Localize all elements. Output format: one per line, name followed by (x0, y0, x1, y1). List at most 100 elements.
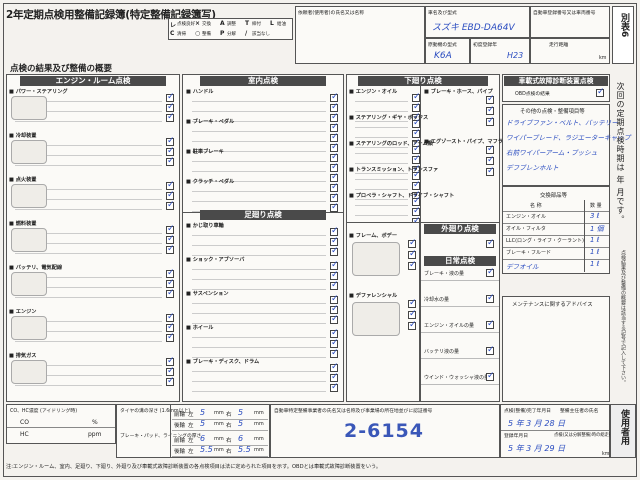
footwork-item-subline (192, 337, 326, 338)
hc-unit: ppm (88, 431, 102, 438)
interior-item-subline (192, 171, 326, 172)
engine-item-check (166, 146, 175, 156)
underbody-item-label: ■ プロペラ・シャフト、ドライブ・シャフト (349, 193, 455, 199)
parts-divider (584, 200, 585, 272)
business-label: 自動車特定整備事業者の氏名又は名称及び事業場の所在地並びに認証番号 (274, 409, 433, 414)
daily-header: 日常点検 (424, 256, 496, 266)
interior-item-check (330, 182, 339, 192)
daily-item-line (421, 358, 499, 359)
underbody-lower-check (408, 238, 417, 248)
tire-left-label: 左 (188, 438, 194, 444)
tire-unit: mm (214, 410, 224, 416)
underbody-lower-check (408, 298, 417, 308)
interior-item-check (330, 92, 339, 102)
underbody-lower-illustration (352, 242, 400, 276)
legend-text: 給油 (277, 22, 286, 27)
interior-item-check (330, 142, 339, 152)
tire-right-label: 右 (226, 438, 232, 444)
engine-item-illustration (11, 272, 47, 296)
tire-row-line (172, 456, 268, 457)
parts-qty: 1 ℓ (590, 248, 600, 256)
underbody-item-check (412, 196, 421, 206)
engine-item-check (166, 244, 175, 254)
engine-item-subline (15, 297, 162, 298)
car-model-cell: 車名及び型式 スズキ EBD-DA64V (425, 6, 530, 38)
engine-item-illustration (11, 316, 47, 340)
legend-symbol: レ (170, 22, 177, 29)
tire-right-label: 右 (226, 449, 232, 455)
footwork-item-check (330, 328, 339, 338)
appendix-label: 別表6 (619, 13, 629, 38)
tire-left-value: 6 (200, 434, 206, 443)
footwork-item-label: ■ ショック・アブソーバ (186, 257, 245, 263)
engine-item-label: ■ 排気ガス (9, 353, 37, 359)
engine-item-subline (15, 121, 162, 122)
tire-left-label: 左 (188, 449, 194, 455)
engine-item-label: ■ パワー・ステアリング (9, 89, 68, 95)
footwork-item-subline (192, 235, 326, 236)
other-item-text: ワイパーブレード、ラジエーターキャップ (506, 134, 631, 142)
engine-value: K6A (434, 51, 452, 61)
underbody-item-subline (355, 179, 408, 180)
legend-text: 分解 (227, 32, 236, 37)
car-model-label: 車名及び型式 (428, 11, 457, 16)
daily-item-check (486, 267, 495, 277)
engine-item-label: ■ 燃料装置 (9, 221, 37, 227)
underbody-box (346, 74, 500, 224)
interior-item-label: ■ ブレーキ・ペダル (186, 119, 235, 125)
engine-item-check (166, 376, 175, 386)
car-model-value: スズキ EBD-DA64V (432, 23, 515, 33)
odo-unit: km (602, 452, 610, 457)
tire-unit: mm (214, 447, 224, 453)
interior-item-check (330, 162, 339, 172)
underbody-item-check (412, 92, 421, 102)
tire-right-label: 右 (226, 423, 232, 429)
engine-item-illustration (11, 96, 47, 120)
odometer-cell: 走行距離 km (530, 38, 610, 64)
interior-item-check (330, 112, 339, 122)
engine-item-check (166, 112, 175, 122)
completion-label: 点検(整備)完了年月日 (504, 409, 551, 414)
footwork-item-subline (192, 245, 326, 246)
completion-date: 5 年 3 月 28 日 (508, 419, 566, 428)
footwork-item-subline (192, 381, 326, 382)
parts-col-name: 名 称 (530, 203, 542, 209)
engine-item-check (166, 156, 175, 166)
tire-divider (170, 405, 171, 457)
legend-symbol: × (195, 20, 201, 27)
interior-item-label: ■ ハンドル (186, 89, 214, 95)
engine-item-illustration (11, 228, 47, 252)
parts-qty: 1 ℓ (590, 260, 600, 268)
first-reg-cell: 初度登録年 H23 (470, 38, 530, 64)
footwork-item-subline (192, 279, 326, 280)
parts-qty: 1 個 (590, 225, 604, 233)
engine-item-check (166, 322, 175, 332)
odometer-label: 走行距離 (549, 43, 569, 48)
interior-item-check (330, 192, 339, 202)
footwork-item-check (330, 348, 339, 358)
interior-item-subline (192, 191, 326, 192)
interior-item-check (330, 202, 339, 212)
legend-symbol: A (220, 20, 225, 27)
underbody-item-subline (355, 163, 408, 164)
engine-item-subline (15, 385, 162, 386)
interior-item-subline (192, 141, 326, 142)
daily-item-check (486, 293, 495, 303)
parts-col-qty: 数 量 (590, 203, 602, 209)
underbody-item-subline (355, 173, 408, 174)
engine-item-check (166, 312, 175, 322)
underbody-item-check (412, 180, 421, 190)
tire-right-value: 5 (238, 419, 244, 428)
obd-note: OBD点検の結果 (515, 92, 550, 97)
daily-item-line (421, 280, 499, 281)
engine-item-illustration (11, 360, 47, 384)
underbody-item-check (486, 105, 495, 115)
engine-item-check (166, 190, 175, 200)
underbody-lower-label: ■ フレーム、ボデー (349, 233, 398, 239)
legend-symbol: ○ (195, 30, 201, 37)
engine-item-check (166, 278, 175, 288)
business-stamp: 2-6154 (344, 420, 424, 442)
engine-item-subline (15, 209, 162, 210)
side-note: 点検結果及び整備の概要は該当する記号で記入して下さい。 (620, 250, 626, 385)
tire-row-line (172, 419, 268, 420)
